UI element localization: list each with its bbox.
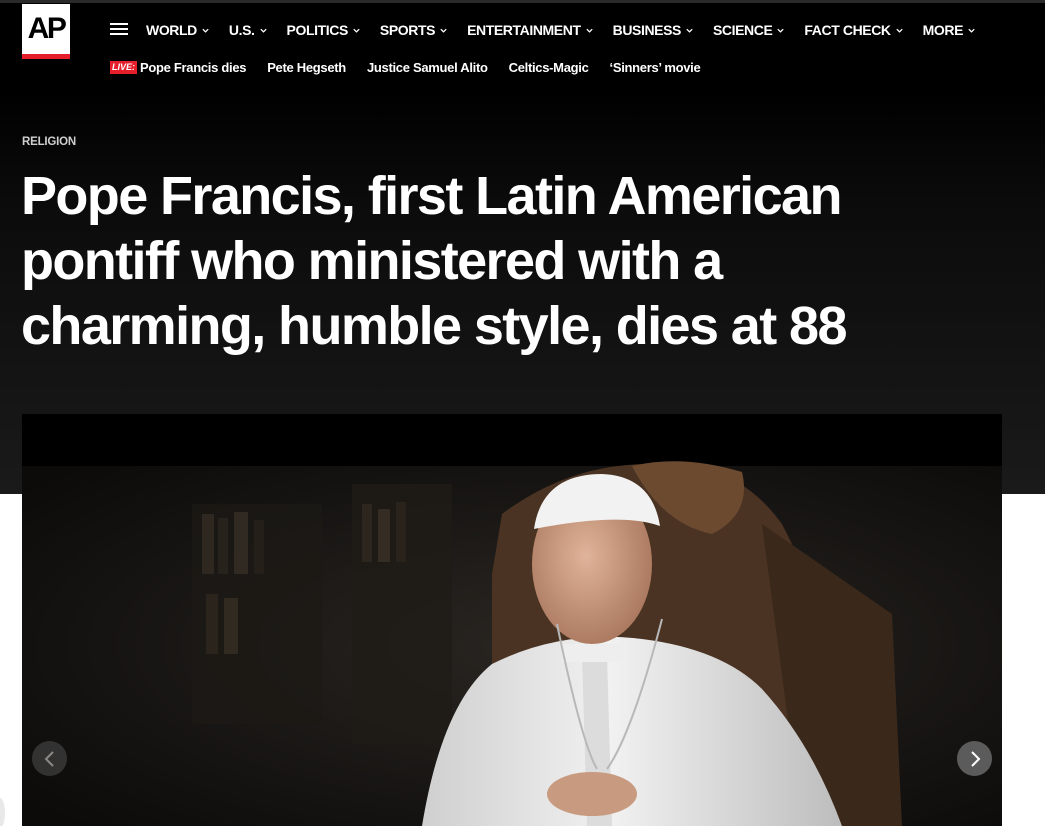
article-category[interactable]: RELIGION — [22, 136, 76, 148]
chevron-left-icon — [44, 750, 54, 767]
nav-item-politics[interactable]: POLITICS — [287, 19, 361, 41]
carousel-prev-button[interactable] — [32, 741, 67, 776]
top-border — [0, 0, 1045, 3]
nav-item-label: FACT CHECK — [804, 22, 891, 38]
chevron-down-icon — [440, 28, 447, 33]
nav-item-label: BUSINESS — [612, 22, 682, 38]
chevron-down-icon — [585, 28, 593, 33]
nav-item-science[interactable]: SCIENCE — [713, 19, 785, 41]
live-badge: LIVE: — [110, 60, 138, 74]
chevron-down-icon — [686, 28, 693, 33]
trending-link-pete-hegseth[interactable]: Pete Hegseth — [267, 60, 346, 75]
nav-item-more[interactable]: MORE — [923, 19, 976, 41]
nav-item-us[interactable]: U.S. — [229, 19, 268, 41]
nav-item-entertainment[interactable]: ENTERTAINMENT — [467, 19, 594, 41]
nav-item-label: SPORTS — [379, 22, 436, 38]
scroll-edge-indicator — [0, 798, 5, 826]
nav-item-label: ENTERTAINMENT — [467, 22, 581, 38]
trending-link-pope-francis[interactable]: Pope Francis dies — [140, 60, 246, 75]
chevron-down-icon — [259, 28, 267, 33]
nav-item-label: POLITICS — [286, 22, 349, 38]
article-headline: Pope Francis, first Latin American ponti… — [21, 166, 848, 356]
carousel-next-button[interactable] — [957, 741, 992, 776]
trending-link-celtics-magic[interactable]: Celtics-Magic — [509, 60, 589, 75]
chevron-down-icon — [353, 28, 360, 33]
chevron-right-icon — [970, 750, 980, 767]
nav-item-business[interactable]: BUSINESS — [613, 19, 694, 41]
trending-link-sinners-movie[interactable]: ‘Sinners’ movie — [610, 60, 701, 75]
nav-item-world[interactable]: WORLD — [146, 19, 210, 41]
chevron-down-icon — [968, 28, 975, 33]
main-navigation: WORLD U.S. POLITICS SPORTS ENTERTAINMENT… — [146, 19, 995, 41]
ap-logo[interactable]: AP — [22, 4, 70, 59]
trending-link-samuel-alito[interactable]: Justice Samuel Alito — [367, 60, 488, 75]
lead-photo — [22, 414, 1002, 826]
nav-item-label: SCIENCE — [712, 22, 773, 38]
nav-item-label: WORLD — [146, 22, 197, 38]
chevron-down-icon — [202, 28, 209, 33]
hamburger-icon[interactable] — [110, 23, 128, 36]
nav-item-sports[interactable]: SPORTS — [380, 19, 448, 41]
nav-item-label: MORE — [922, 22, 964, 38]
chevron-down-icon — [896, 28, 903, 33]
nav-item-fact-check[interactable]: FACT CHECK — [804, 19, 903, 41]
trending-bar: LIVE: Pope Francis dies Pete Hegseth Jus… — [110, 58, 721, 76]
nav-item-label: U.S. — [228, 22, 255, 38]
chevron-down-icon — [777, 28, 785, 33]
